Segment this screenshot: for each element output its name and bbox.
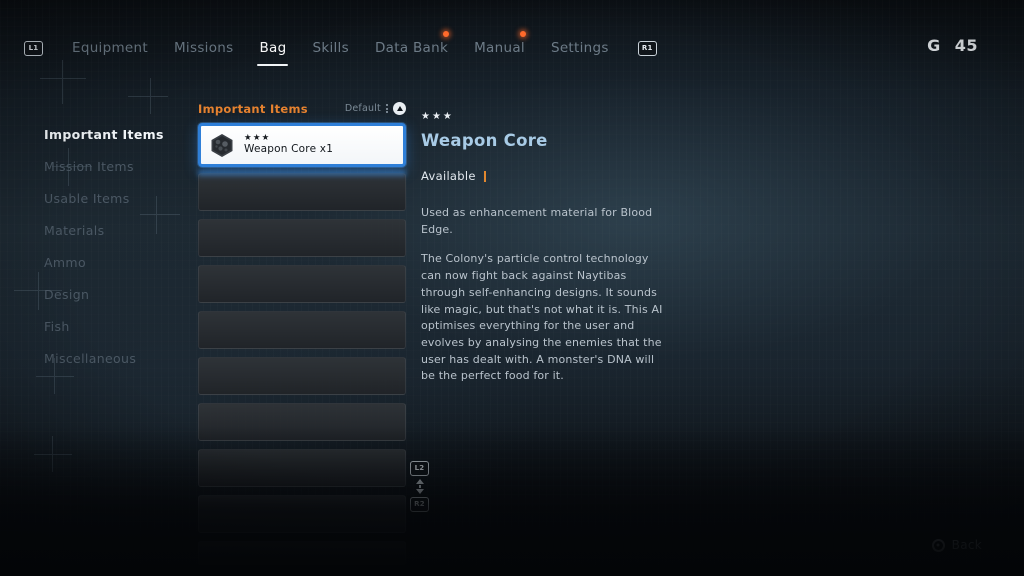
sidebar-item-label: Design [44,286,90,302]
sidebar-item-label: Usable Items [44,190,130,206]
sidebar-item-label: Materials [44,222,105,238]
currency-symbol: G [927,36,941,55]
scroll-arrows-icon [415,479,424,494]
list-item-empty[interactable] [198,219,406,257]
sidebar-item-label: Fish [44,318,70,334]
item-detail-panel: ★★★ Weapon Core Available Used as enhanc… [421,112,671,385]
sidebar-item-label: Mission Items [44,158,134,174]
list-item-empty[interactable] [198,403,406,441]
active-tab-underline [257,64,289,66]
game-menu-screen: L1 Equipment Missions Bag Skills Data Ba… [0,0,1024,576]
sidebar-item-materials[interactable]: Materials [44,214,194,246]
tab-skills[interactable]: Skills [299,36,361,60]
item-list-panel: Important Items Default ★★★ Weapon Core … [198,100,406,573]
sidebar-item-important-items[interactable]: Important Items [44,118,194,150]
list-item-selected[interactable]: ★★★ Weapon Core x1 [198,123,406,167]
sort-control[interactable]: Default [345,102,406,115]
triangle-button-icon[interactable] [393,102,406,115]
sidebar-item-mission-items[interactable]: Mission Items [44,150,194,182]
tab-label: Missions [173,40,234,56]
back-label: Back [951,538,982,552]
list-item-empty[interactable] [198,311,406,349]
l2-trigger-icon[interactable]: L2 [410,461,429,476]
list-item-empty[interactable] [198,449,406,487]
item-list-title: Important Items [198,101,308,116]
sidebar-item-label: Miscellaneous [44,350,137,366]
weapon-core-icon [209,132,235,158]
tab-label: Manual [474,40,525,56]
r2-trigger-icon[interactable]: R2 [410,497,429,512]
tab-label: Bag [259,40,287,56]
sidebar-item-label: Important Items [44,126,164,142]
notification-dot-icon [443,31,450,37]
detail-item-title: Weapon Core [421,131,548,150]
tab-label: Data Bank [374,40,449,56]
list-item-empty[interactable] [198,495,406,533]
description-line-1: Used as enhancement material for Blood E… [421,206,653,236]
tab-label: Equipment [72,40,148,56]
list-scroll-prompt: L2 R2 [410,461,429,512]
sidebar-item-design[interactable]: Design [44,278,194,310]
tab-label: Settings [550,40,609,56]
description-line-2: The Colony's particle control technology… [421,252,663,383]
detail-description: Used as enhancement material for Blood E… [421,205,671,385]
top-navigation-bar: L1 Equipment Missions Bag Skills Data Ba… [0,30,1024,66]
r1-bumper-icon[interactable]: R1 [637,40,657,56]
list-item-empty[interactable] [198,173,406,211]
sidebar-item-fish[interactable]: Fish [44,310,194,342]
footer-back-action[interactable]: Back [931,538,982,552]
category-sidebar: Important Items Mission Items Usable Ite… [44,118,194,374]
item-list-header: Important Items Default [198,100,406,117]
sidebar-item-usable-items[interactable]: Usable Items [44,182,194,214]
l1-bumper-icon[interactable]: L1 [24,40,43,56]
list-item-empty[interactable] [198,357,406,395]
list-item-text: ★★★ Weapon Core x1 [244,134,333,155]
item-rows: ★★★ Weapon Core x1 [198,123,406,565]
decor-crosshair [34,436,80,482]
sidebar-item-ammo[interactable]: Ammo [44,246,194,278]
tab-data-bank[interactable]: Data Bank [362,31,461,60]
status-separator [483,170,486,182]
sort-label: Default [344,103,381,114]
item-rarity-stars: ★★★ [244,133,271,144]
notification-dot-icon [519,31,526,37]
status-label: Available [421,169,476,183]
list-item-empty[interactable] [198,265,406,303]
item-name: Weapon Core x1 [244,142,334,155]
tab-label: Skills [312,40,349,56]
circle-button-icon [931,538,945,552]
sidebar-item-label: Ammo [44,254,86,270]
sort-options-icon [386,104,388,113]
tab-manual[interactable]: Manual [461,31,538,60]
tab-settings[interactable]: Settings [538,36,622,60]
detail-status: Available [421,169,671,183]
tab-equipment[interactable]: Equipment [59,36,161,60]
tab-bag[interactable]: Bag [246,36,299,66]
currency-amount: 45 [954,36,978,55]
detail-rarity-stars: ★★★ [421,111,454,122]
list-item-empty[interactable] [198,541,406,565]
tab-missions[interactable]: Missions [161,36,246,60]
sidebar-item-miscellaneous[interactable]: Miscellaneous [44,342,194,374]
currency-display: G 45 [927,36,978,55]
decor-crosshair [40,60,100,120]
